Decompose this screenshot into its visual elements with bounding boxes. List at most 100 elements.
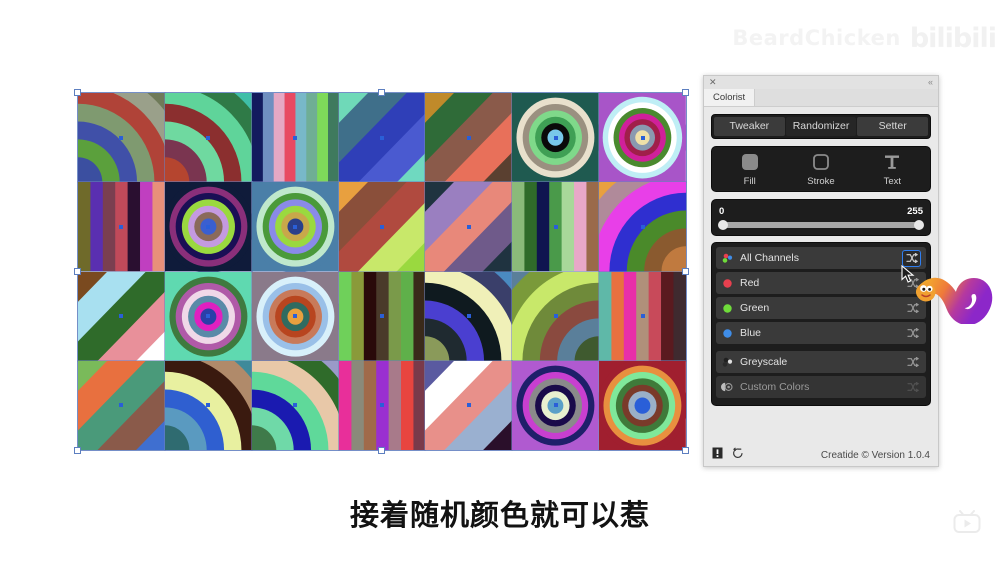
art-tile-anchor	[553, 403, 558, 408]
panel-tabbar[interactable]: Colorist	[704, 89, 938, 107]
art-tile-anchor	[293, 314, 298, 319]
art-tile-anchor	[553, 224, 558, 229]
art-tile[interactable]	[337, 270, 427, 362]
channel-label-green: Green	[740, 302, 770, 314]
subtitle-caption: 接着随机颜色就可以惹	[349, 498, 650, 532]
shuffle-icon-all-channels[interactable]	[902, 249, 921, 267]
selection-handle-bc[interactable]	[378, 447, 385, 454]
red-dot-icon	[721, 277, 734, 290]
art-tile[interactable]	[511, 270, 601, 362]
art-tile[interactable]	[77, 270, 166, 362]
selection-handle-mr[interactable]	[682, 268, 689, 275]
art-tile-anchor	[206, 224, 211, 229]
art-tile[interactable]	[424, 270, 514, 362]
art-tile[interactable]	[77, 181, 166, 273]
bilibili-logo-icon: bilibili	[909, 22, 997, 54]
target-mode-group[interactable]: Fill Stroke Text	[711, 146, 931, 192]
art-tile-anchor	[206, 135, 211, 140]
shuffle-icon-green[interactable]	[904, 301, 921, 316]
art-tile[interactable]	[163, 91, 253, 184]
art-tile-anchor	[206, 314, 211, 319]
artwork-grid[interactable]	[77, 91, 687, 452]
art-tile[interactable]	[163, 359, 253, 452]
art-tile[interactable]	[337, 91, 427, 184]
range-min-value: 0	[719, 206, 725, 217]
range-slider-card[interactable]: 0 255	[711, 199, 931, 236]
art-tile[interactable]	[163, 270, 253, 362]
art-tile[interactable]	[77, 359, 166, 452]
filled-square-icon	[741, 152, 759, 172]
art-tile-anchor	[553, 314, 558, 319]
footer-icon-group	[712, 446, 744, 464]
art-tile[interactable]	[424, 181, 514, 273]
segment-setter[interactable]: Setter	[857, 117, 929, 136]
art-tile[interactable]	[598, 181, 687, 273]
art-tile[interactable]	[598, 359, 687, 452]
range-slider-track[interactable]	[718, 220, 924, 230]
art-tile-anchor	[293, 224, 298, 229]
selection-handle-ml[interactable]	[74, 268, 81, 275]
art-tile[interactable]	[163, 181, 253, 273]
channel-row-red[interactable]: Red	[716, 272, 926, 294]
selection-handle-tr[interactable]	[682, 89, 689, 96]
art-tile-anchor	[293, 135, 298, 140]
selection-handle-br[interactable]	[682, 447, 689, 454]
art-tile[interactable]	[250, 270, 340, 362]
art-tile[interactable]	[511, 359, 601, 452]
art-tile-anchor	[206, 403, 211, 408]
info-icon[interactable]	[712, 446, 723, 464]
fill-button[interactable]: Fill	[714, 152, 785, 187]
art-tile[interactable]	[598, 91, 687, 184]
art-tile[interactable]	[511, 91, 601, 184]
collapse-left-icon[interactable]: «	[928, 77, 933, 88]
screen: BeardChicken bilibili ✕ « Colorist Tweak…	[0, 0, 1000, 563]
shuffle-icon-greyscale[interactable]	[904, 355, 921, 370]
channel-row-all-channels[interactable]: All Channels	[716, 247, 926, 269]
selection-handle-bl[interactable]	[74, 447, 81, 454]
range-max-value: 255	[907, 206, 923, 217]
stroke-button[interactable]: Stroke	[785, 152, 856, 187]
fill-label: Fill	[743, 176, 756, 187]
art-tile-anchor	[466, 135, 471, 140]
artboard-selection[interactable]	[74, 89, 689, 454]
mode-segmented-control[interactable]: Tweaker Randomizer Setter	[711, 114, 931, 139]
art-tile[interactable]	[250, 359, 340, 452]
reset-icon[interactable]	[732, 446, 744, 464]
art-tile-anchor	[119, 314, 124, 319]
art-tile[interactable]	[337, 359, 427, 452]
range-slider-knob-min[interactable]	[718, 220, 728, 230]
channel-list[interactable]: All Channels Red Green Blue Greyscale Cu…	[711, 242, 931, 406]
close-icon[interactable]: ✕	[709, 77, 717, 88]
art-tile[interactable]	[511, 181, 601, 273]
channel-row-greyscale[interactable]: Greyscale	[716, 351, 926, 373]
range-slider-knob-max[interactable]	[914, 220, 924, 230]
art-tile[interactable]	[424, 91, 514, 184]
art-tile[interactable]	[424, 359, 514, 452]
art-tile-anchor	[466, 403, 471, 408]
text-button[interactable]: Text	[857, 152, 928, 187]
channel-label-blue: Blue	[740, 327, 762, 339]
stroke-label: Stroke	[807, 176, 835, 187]
art-tile[interactable]	[250, 181, 340, 273]
tab-colorist[interactable]: Colorist	[704, 89, 756, 106]
colorist-panel[interactable]: ✕ « Colorist Tweaker Randomizer Setter F…	[703, 75, 939, 467]
art-tile[interactable]	[598, 270, 687, 362]
channel-row-blue[interactable]: Blue	[716, 322, 926, 344]
art-tile[interactable]	[77, 91, 166, 184]
channel-row-green[interactable]: Green	[716, 297, 926, 319]
version-text: Creatide © Version 1.0.4	[820, 449, 930, 461]
panel-titlebar: ✕ «	[704, 76, 938, 89]
shuffle-icon-blue[interactable]	[904, 326, 921, 341]
segment-tweaker[interactable]: Tweaker	[714, 117, 785, 136]
art-tile[interactable]	[250, 91, 340, 184]
channel-label-greyscale: Greyscale	[740, 356, 788, 368]
channel-row-custom-colors[interactable]: Custom Colors	[716, 376, 926, 398]
selection-handle-tc[interactable]	[378, 89, 385, 96]
art-tile-anchor	[640, 224, 645, 229]
art-tile-anchor	[119, 224, 124, 229]
shuffle-icon-red[interactable]	[904, 276, 921, 291]
art-tile-anchor	[640, 403, 645, 408]
art-tile[interactable]	[337, 181, 427, 273]
selection-handle-tl[interactable]	[74, 89, 81, 96]
segment-randomizer[interactable]: Randomizer	[785, 117, 857, 136]
